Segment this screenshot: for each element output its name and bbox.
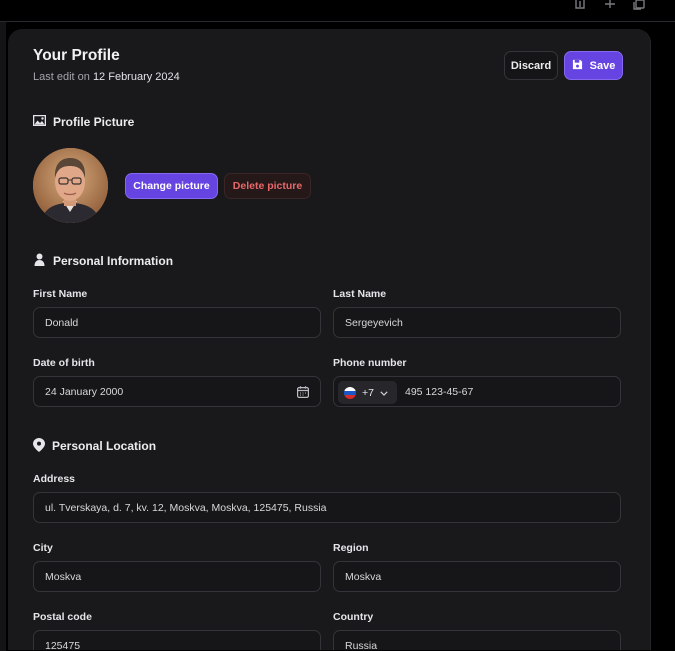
first-name-field[interactable]: Donald	[33, 307, 321, 338]
country-label: Country	[333, 611, 374, 623]
discard-button[interactable]: Discard	[504, 51, 558, 80]
map-pin-icon	[33, 437, 45, 455]
calendar-icon[interactable]	[297, 386, 310, 401]
last-name-value: Sergeyevich	[345, 316, 403, 329]
left-rail	[0, 22, 6, 651]
profile-picture-heading: Profile Picture	[33, 113, 134, 131]
region-label: Region	[333, 542, 369, 554]
address-label: Address	[33, 473, 76, 485]
personal-info-heading-text: Personal Information	[53, 254, 174, 268]
address-field[interactable]: ul. Tverskaya, d. 7, kv. 12, Moskva, Mos…	[33, 492, 621, 523]
profile-panel: Your Profile Last edit on 12 February 20…	[8, 29, 651, 650]
save-label: Save	[589, 59, 616, 72]
region-value: Moskva	[345, 570, 382, 583]
city-field[interactable]: Moskva	[33, 561, 321, 592]
phone-field[interactable]: +7 495 123-45-67	[333, 376, 621, 407]
country-code-select[interactable]: +7	[338, 381, 397, 404]
address-value: ul. Tverskaya, d. 7, kv. 12, Moskva, Mos…	[45, 501, 327, 514]
last-edit-text: Last edit on 12 February 2024	[33, 71, 180, 83]
delete-picture-button[interactable]: Delete picture	[224, 173, 311, 199]
country-value: Russia	[345, 639, 378, 651]
avatar	[33, 148, 108, 223]
save-button[interactable]: Save	[564, 51, 623, 80]
phone-number-value: 495 123-45-67	[405, 386, 474, 398]
change-picture-label: Change picture	[133, 180, 210, 192]
profile-picture-heading-text: Profile Picture	[53, 115, 135, 129]
last-edit-date: 12 February 2024	[92, 71, 180, 83]
image-icon	[33, 115, 46, 129]
dob-field[interactable]: 24 January 2000	[33, 376, 321, 407]
postal-code-field[interactable]: 125475	[33, 630, 321, 650]
change-picture-button[interactable]: Change picture	[125, 173, 218, 199]
personal-location-heading: Personal Location	[33, 437, 156, 455]
country-code-value: +7	[362, 386, 374, 399]
russia-flag-icon	[344, 386, 356, 399]
phone-label: Phone number	[333, 357, 407, 369]
chevron-down-icon	[380, 387, 388, 399]
region-field[interactable]: Moskva	[333, 561, 621, 592]
user-icon	[33, 253, 46, 269]
last-name-field[interactable]: Sergeyevich	[333, 307, 621, 338]
copy-icon[interactable]	[632, 0, 646, 10]
city-value: Moskva	[45, 570, 82, 583]
page-title: Your Profile	[33, 47, 120, 64]
first-name-label: First Name	[33, 288, 88, 300]
country-field[interactable]: Russia	[333, 630, 621, 650]
postal-code-value: 125475	[45, 639, 81, 651]
city-label: City	[33, 542, 53, 554]
personal-location-heading-text: Personal Location	[52, 439, 157, 453]
save-icon	[572, 59, 583, 73]
personal-info-heading: Personal Information	[33, 252, 173, 270]
plus-icon[interactable]	[603, 0, 617, 10]
first-name-value: Donald	[45, 316, 79, 329]
delete-picture-label: Delete picture	[232, 180, 303, 192]
dob-value: 24 January 2000	[45, 385, 124, 398]
postal-code-label: Postal code	[33, 611, 92, 623]
discard-label: Discard	[510, 59, 552, 72]
share-icon[interactable]	[573, 0, 587, 10]
window-toolbar	[0, 0, 675, 22]
last-edit-prefix: Last edit on	[33, 71, 90, 83]
dob-label: Date of birth	[33, 357, 95, 369]
last-name-label: Last Name	[333, 288, 387, 300]
